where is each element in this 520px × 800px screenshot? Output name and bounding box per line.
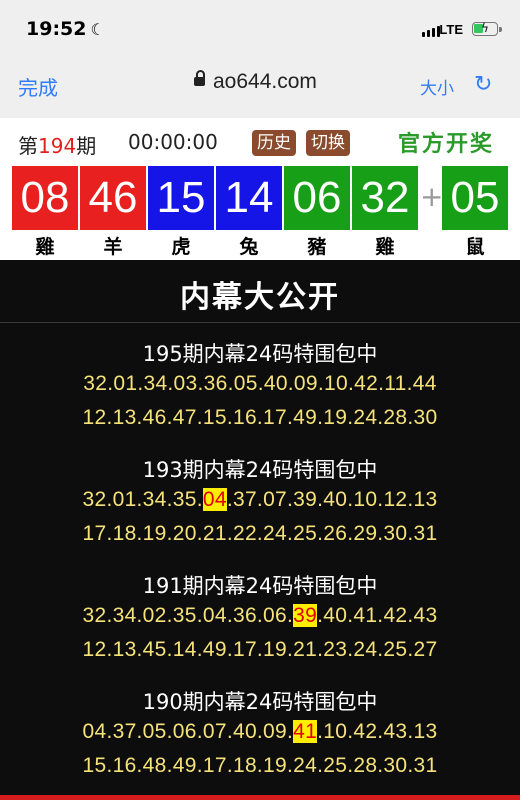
ball-5: 06 (284, 166, 350, 230)
hit-number-highlight: 39 (293, 604, 318, 627)
numbers-line: 32.01.34.03.36.05.40.09.10.42.11.44 (83, 372, 437, 395)
numbers-line: 17.18.19.20.21.22.24.25.26.29.30.31 (82, 522, 438, 545)
section-title: 191期内幕24码特围包中 (142, 574, 378, 598)
hit-number-highlight: 04 (202, 488, 227, 511)
zodiac-2: 羊 (103, 236, 123, 258)
period-label: 第194期 (18, 134, 97, 158)
numbers-line: 12.13.45.14.49.17.19.21.23.24.25.27 (82, 638, 438, 661)
done-button[interactable]: 完成 (18, 72, 58, 101)
official-draw-link[interactable]: 官方开奖 (398, 126, 494, 158)
status-time: 19:52 ☾ (26, 18, 105, 40)
numbers-line: 32.01.34.35.04.37.07.39.40.10.12.13 (82, 488, 438, 511)
ball-4: 14 (216, 166, 282, 230)
history-button[interactable]: 历史 (252, 130, 296, 156)
battery-icon: ϟ (472, 21, 498, 36)
text-size-button[interactable]: 大小 (420, 74, 454, 99)
zodiac-6: 雞 (375, 236, 395, 258)
ball-1: 08 (12, 166, 78, 230)
ball-3: 15 (148, 166, 214, 230)
numbers-line: 12.13.46.47.15.16.17.49.19.24.28.30 (82, 406, 438, 429)
moon-icon: ☾ (90, 20, 105, 39)
signal-icon (422, 26, 440, 37)
battery-tip (499, 27, 502, 32)
numbers-line: 15.16.48.49.17.18.19.24.25.28.30.31 (82, 754, 438, 777)
numbers-line: 32.34.02.35.04.36.06.39.40.41.42.43 (82, 604, 438, 627)
zodiac-4: 兔 (239, 236, 259, 258)
special-ball: 05 (442, 166, 508, 230)
ball-2: 46 (80, 166, 146, 230)
lock-icon (194, 70, 205, 86)
status-bar: 19:52 ☾ LTE ϟ (0, 0, 520, 60)
zodiac-5: 豬 (307, 236, 327, 258)
network-label: LTE (439, 22, 463, 37)
banner: 内幕大公开 (0, 260, 520, 323)
zodiac-1: 雞 (35, 236, 55, 258)
reload-icon[interactable]: ↻ (474, 72, 492, 97)
bottom-divider (0, 795, 520, 800)
countdown-timer: 00:00:00 (128, 130, 218, 154)
zodiac-3: 虎 (171, 236, 191, 258)
banner-title: 内幕大公开 (180, 280, 340, 315)
ball-6: 32 (352, 166, 418, 230)
period-number: 194 (38, 134, 77, 158)
switch-button[interactable]: 切换 (306, 130, 350, 156)
lottery-result-panel: 第194期 00:00:00 历史 切换 官方开奖 08 46 15 14 06… (0, 118, 520, 260)
section-title: 190期内幕24码特围包中 (142, 690, 378, 714)
hit-number-highlight: 41 (293, 720, 318, 743)
section-title: 193期内幕24码特围包中 (142, 458, 378, 482)
numbers-line: 04.37.05.06.07.40.09.41.10.42.43.13 (82, 720, 438, 743)
browser-toolbar: 完成 ao644.com 大小 ↻ (0, 60, 520, 119)
address-bar[interactable]: ao644.com (213, 70, 317, 94)
plus-sign: + (420, 180, 444, 213)
special-zodiac: 鼠 (465, 236, 485, 258)
section-title: 195期内幕24码特围包中 (142, 342, 378, 366)
